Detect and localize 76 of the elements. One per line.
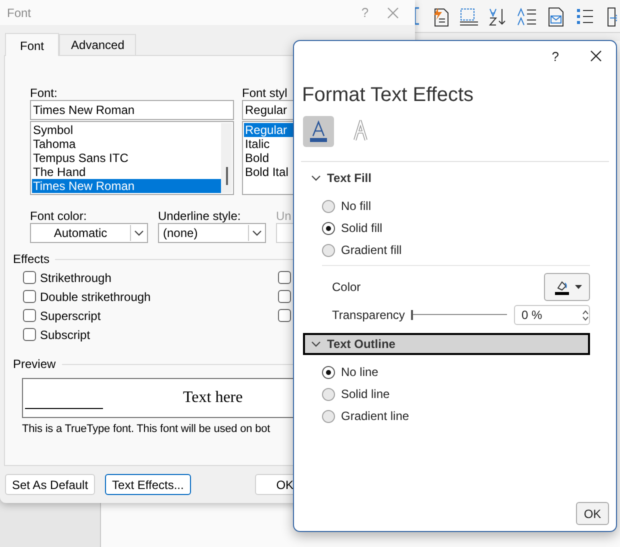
- field-label: Transparency: [332, 308, 406, 322]
- checkbox[interactable]: [278, 290, 291, 303]
- checkbox[interactable]: [278, 309, 291, 322]
- pane-title: Format Text Effects: [301, 83, 475, 107]
- input-field[interactable]: Regular: [242, 100, 293, 120]
- color-button[interactable]: [544, 273, 590, 301]
- radio-button[interactable]: [322, 410, 335, 422]
- checkbox[interactable]: [23, 328, 36, 341]
- list-item[interactable]: Bold Ital: [244, 165, 293, 179]
- paint-bucket-icon: [552, 278, 570, 296]
- checkbox-label: Double strikethrough: [40, 290, 151, 304]
- list-item[interactable]: Tempus Sans ITC: [32, 151, 221, 165]
- frame-icon[interactable]: [414, 6, 420, 26]
- dialog-button[interactable]: OK: [254, 474, 293, 495]
- radio-button[interactable]: [322, 366, 335, 378]
- section-header[interactable]: Text Outline: [303, 333, 590, 355]
- scrollbar-thumb[interactable]: [226, 167, 228, 185]
- chevron-down-icon: [134, 228, 144, 238]
- field-label: Color: [332, 280, 362, 294]
- dialog-button[interactable]: Text Effects...: [105, 474, 191, 495]
- radio-label: Gradient line: [341, 409, 410, 423]
- preview-text: Text here: [183, 389, 243, 407]
- tab[interactable]: Advanced: [59, 34, 136, 55]
- checkbox-label: Subscript: [40, 328, 90, 342]
- input-field[interactable]: Times New Roman: [30, 100, 234, 120]
- list-item[interactable]: Times New Roman: [32, 179, 221, 193]
- group-title: Preview: [13, 357, 56, 371]
- font-list[interactable]: Regular Italic Bold Bold Ital: [242, 121, 293, 195]
- radio-label: Gradient fill: [341, 243, 402, 257]
- field-label: Font styl: [242, 86, 288, 100]
- radio-label: No fill: [341, 199, 372, 213]
- list-item[interactable]: Symbol: [32, 123, 221, 137]
- help-button[interactable]: ?: [552, 48, 559, 64]
- pane-tab[interactable]: [303, 116, 334, 147]
- field-label: Un: [276, 209, 292, 223]
- tab[interactable]: Font: [5, 33, 60, 56]
- chevron-down-icon: [311, 339, 321, 349]
- radio-label: No line: [341, 365, 378, 379]
- radio-label: Solid line: [341, 387, 390, 401]
- radio-button[interactable]: [322, 388, 335, 400]
- group-title: Effects: [13, 252, 50, 266]
- spin-field[interactable]: 0 %: [514, 305, 590, 325]
- caret-icon: [574, 285, 582, 289]
- list-item[interactable]: The Hand: [32, 165, 221, 179]
- chevron-down-icon: [311, 173, 321, 183]
- radio-button[interactable]: [322, 222, 335, 234]
- list-item[interactable]: Bold: [244, 151, 293, 165]
- checkbox-label: Superscript: [40, 308, 101, 322]
- close-icon[interactable]: [590, 50, 602, 62]
- dropdown[interactable]: (none): [158, 223, 266, 243]
- chevron-down-icon: [252, 228, 262, 238]
- dialog-button[interactable]: Set As Default: [5, 474, 96, 495]
- spinner-arrows-icon: [582, 310, 589, 320]
- checkbox[interactable]: [278, 271, 291, 284]
- radio-button[interactable]: [322, 244, 335, 256]
- checkbox[interactable]: [23, 309, 36, 322]
- radio-label: Solid fill: [341, 221, 382, 235]
- window-title: Font: [6, 6, 32, 20]
- checkbox-label: Strikethrough: [40, 270, 112, 284]
- list-item[interactable]: Tahoma: [32, 137, 221, 151]
- font-note: This is a TrueType font. This font will be used on bot: [22, 423, 272, 435]
- field-label: Font:: [30, 86, 58, 100]
- list-item[interactable]: Regular: [244, 123, 293, 137]
- text-fill-icon: [309, 120, 328, 143]
- line-spacing-icon[interactable]: [516, 6, 536, 26]
- section-header[interactable]: Text Fill: [303, 167, 590, 189]
- checkbox[interactable]: [23, 290, 36, 303]
- border-box-icon[interactable]: [458, 6, 478, 26]
- font-list[interactable]: Symbol Tahoma Tempus Sans ITC The Hand Times New Roman: [30, 121, 234, 195]
- dropdown[interactable]: Automatic: [30, 223, 148, 243]
- checkbox[interactable]: [23, 271, 36, 284]
- ok-button[interactable]: OK: [576, 502, 609, 525]
- radio-button[interactable]: [322, 200, 335, 212]
- field-label: Font color:: [30, 209, 88, 223]
- list-item[interactable]: Italic: [244, 137, 293, 151]
- field-label: Underline style:: [158, 209, 242, 223]
